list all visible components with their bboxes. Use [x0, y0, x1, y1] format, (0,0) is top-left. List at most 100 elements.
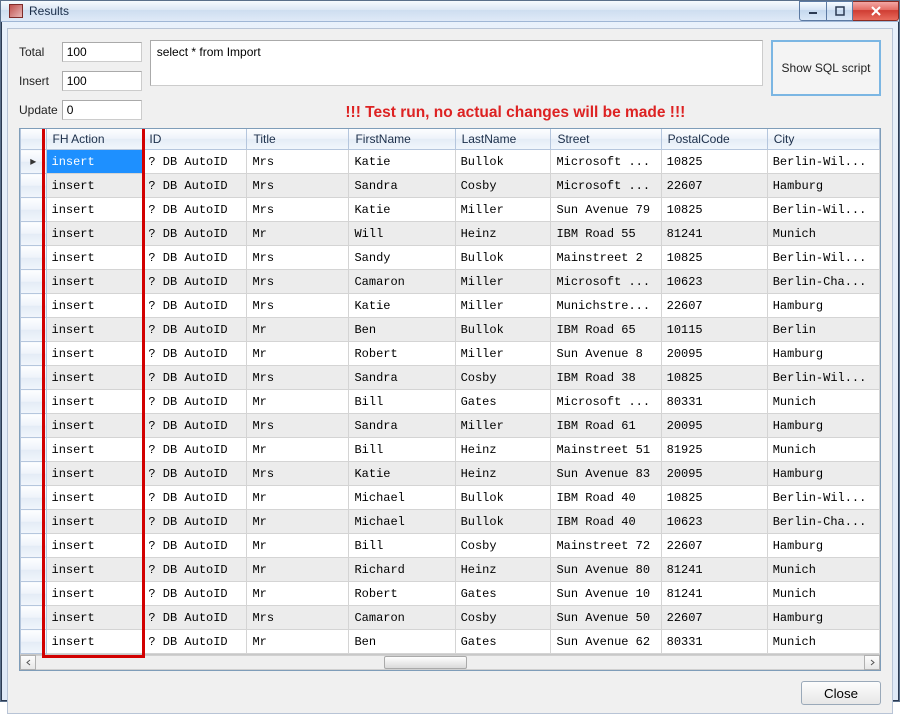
table-row[interactable]: insert? DB AutoIDMrsSandraCosbyIBM Road …: [21, 366, 880, 390]
row-header[interactable]: [21, 582, 47, 606]
row-header[interactable]: [21, 222, 47, 246]
table-cell[interactable]: insert: [46, 630, 143, 654]
row-header[interactable]: [21, 366, 47, 390]
column-header[interactable]: Street: [551, 129, 661, 150]
table-cell[interactable]: Mr: [247, 558, 349, 582]
window-minimize-button[interactable]: [799, 1, 827, 21]
table-cell[interactable]: Hamburg: [767, 534, 879, 558]
row-header[interactable]: [21, 246, 47, 270]
table-row[interactable]: insert? DB AutoIDMrRobertMillerSun Avenu…: [21, 342, 880, 366]
table-cell[interactable]: Mrs: [247, 174, 349, 198]
table-cell[interactable]: Cosby: [455, 174, 551, 198]
table-cell[interactable]: Munich: [767, 558, 879, 582]
table-cell[interactable]: Mainstreet 72: [551, 534, 661, 558]
table-cell[interactable]: Munichstre...: [551, 294, 661, 318]
table-cell[interactable]: Katie: [349, 150, 455, 174]
table-cell[interactable]: IBM Road 65: [551, 318, 661, 342]
table-cell[interactable]: Ben: [349, 318, 455, 342]
table-cell[interactable]: Mrs: [247, 294, 349, 318]
table-cell[interactable]: Berlin-Wil...: [767, 366, 879, 390]
table-cell[interactable]: ? DB AutoID: [143, 174, 247, 198]
table-cell[interactable]: 10825: [661, 150, 767, 174]
table-row[interactable]: insert? DB AutoIDMrBenGatesSun Avenue 62…: [21, 630, 880, 654]
table-cell[interactable]: Sun Avenue 83: [551, 462, 661, 486]
table-cell[interactable]: Microsoft ...: [551, 174, 661, 198]
row-header[interactable]: [21, 390, 47, 414]
table-cell[interactable]: Hamburg: [767, 294, 879, 318]
table-cell[interactable]: ? DB AutoID: [143, 414, 247, 438]
table-cell[interactable]: ? DB AutoID: [143, 366, 247, 390]
table-cell[interactable]: insert: [46, 390, 143, 414]
row-header[interactable]: [21, 558, 47, 582]
table-cell[interactable]: insert: [46, 294, 143, 318]
table-row[interactable]: insert? DB AutoIDMrsSandraMillerIBM Road…: [21, 414, 880, 438]
table-cell[interactable]: Sandra: [349, 366, 455, 390]
row-header[interactable]: [21, 510, 47, 534]
table-cell[interactable]: IBM Road 61: [551, 414, 661, 438]
table-row[interactable]: insert? DB AutoIDMrsSandyBullokMainstree…: [21, 246, 880, 270]
table-cell[interactable]: Cosby: [455, 534, 551, 558]
table-cell[interactable]: ? DB AutoID: [143, 486, 247, 510]
table-cell[interactable]: Katie: [349, 294, 455, 318]
table-cell[interactable]: Mrs: [247, 246, 349, 270]
row-header[interactable]: [21, 174, 47, 198]
table-row[interactable]: insert? DB AutoIDMrsKatieMillerMunichstr…: [21, 294, 880, 318]
table-cell[interactable]: Mr: [247, 582, 349, 606]
table-row[interactable]: insert? DB AutoIDMrsSandraCosbyMicrosoft…: [21, 174, 880, 198]
table-cell[interactable]: insert: [46, 270, 143, 294]
table-row[interactable]: insert? DB AutoIDMrsCamaronCosbySun Aven…: [21, 606, 880, 630]
table-cell[interactable]: Mainstreet 51: [551, 438, 661, 462]
table-cell[interactable]: IBM Road 55: [551, 222, 661, 246]
sql-textbox[interactable]: select * from Import: [150, 40, 763, 86]
table-cell[interactable]: 22607: [661, 606, 767, 630]
table-cell[interactable]: IBM Road 40: [551, 510, 661, 534]
table-cell[interactable]: Bill: [349, 534, 455, 558]
table-cell[interactable]: ? DB AutoID: [143, 390, 247, 414]
table-row[interactable]: insert? DB AutoIDMrBillHeinzMainstreet 5…: [21, 438, 880, 462]
table-cell[interactable]: Heinz: [455, 222, 551, 246]
table-cell[interactable]: Hamburg: [767, 606, 879, 630]
table-cell[interactable]: Berlin-Cha...: [767, 510, 879, 534]
table-cell[interactable]: Cosby: [455, 606, 551, 630]
table-cell[interactable]: Berlin: [767, 318, 879, 342]
table-cell[interactable]: Mr: [247, 222, 349, 246]
table-cell[interactable]: ? DB AutoID: [143, 150, 247, 174]
table-cell[interactable]: Ben: [349, 630, 455, 654]
table-cell[interactable]: Bullok: [455, 510, 551, 534]
row-header[interactable]: [21, 198, 47, 222]
table-cell[interactable]: 81925: [661, 438, 767, 462]
column-header[interactable]: PostalCode: [661, 129, 767, 150]
table-cell[interactable]: Mrs: [247, 198, 349, 222]
table-cell[interactable]: Mrs: [247, 366, 349, 390]
scroll-right-arrow[interactable]: [864, 655, 880, 670]
table-cell[interactable]: Sun Avenue 79: [551, 198, 661, 222]
table-row[interactable]: insert? DB AutoIDMrBillCosbyMainstreet 7…: [21, 534, 880, 558]
table-cell[interactable]: Sandra: [349, 174, 455, 198]
table-cell[interactable]: Mr: [247, 534, 349, 558]
table-cell[interactable]: insert: [46, 318, 143, 342]
table-row[interactable]: insert? DB AutoIDMrMichaelBullokIBM Road…: [21, 510, 880, 534]
table-cell[interactable]: Michael: [349, 510, 455, 534]
table-cell[interactable]: ? DB AutoID: [143, 462, 247, 486]
table-cell[interactable]: Mr: [247, 390, 349, 414]
table-cell[interactable]: 22607: [661, 174, 767, 198]
table-cell[interactable]: Sun Avenue 50: [551, 606, 661, 630]
table-cell[interactable]: Berlin-Wil...: [767, 198, 879, 222]
table-cell[interactable]: 10825: [661, 486, 767, 510]
table-cell[interactable]: IBM Road 40: [551, 486, 661, 510]
row-header[interactable]: [21, 342, 47, 366]
table-cell[interactable]: 10825: [661, 246, 767, 270]
table-cell[interactable]: ? DB AutoID: [143, 510, 247, 534]
table-cell[interactable]: Munich: [767, 630, 879, 654]
table-cell[interactable]: insert: [46, 414, 143, 438]
table-cell[interactable]: ? DB AutoID: [143, 198, 247, 222]
table-cell[interactable]: insert: [46, 534, 143, 558]
table-cell[interactable]: 81241: [661, 222, 767, 246]
scroll-left-arrow[interactable]: [20, 655, 36, 670]
table-row[interactable]: insert? DB AutoIDMrRichardHeinzSun Avenu…: [21, 558, 880, 582]
table-cell[interactable]: Bullok: [455, 318, 551, 342]
window-maximize-button[interactable]: [827, 1, 853, 21]
table-cell[interactable]: Mr: [247, 630, 349, 654]
table-cell[interactable]: Sandy: [349, 246, 455, 270]
row-header[interactable]: [21, 414, 47, 438]
